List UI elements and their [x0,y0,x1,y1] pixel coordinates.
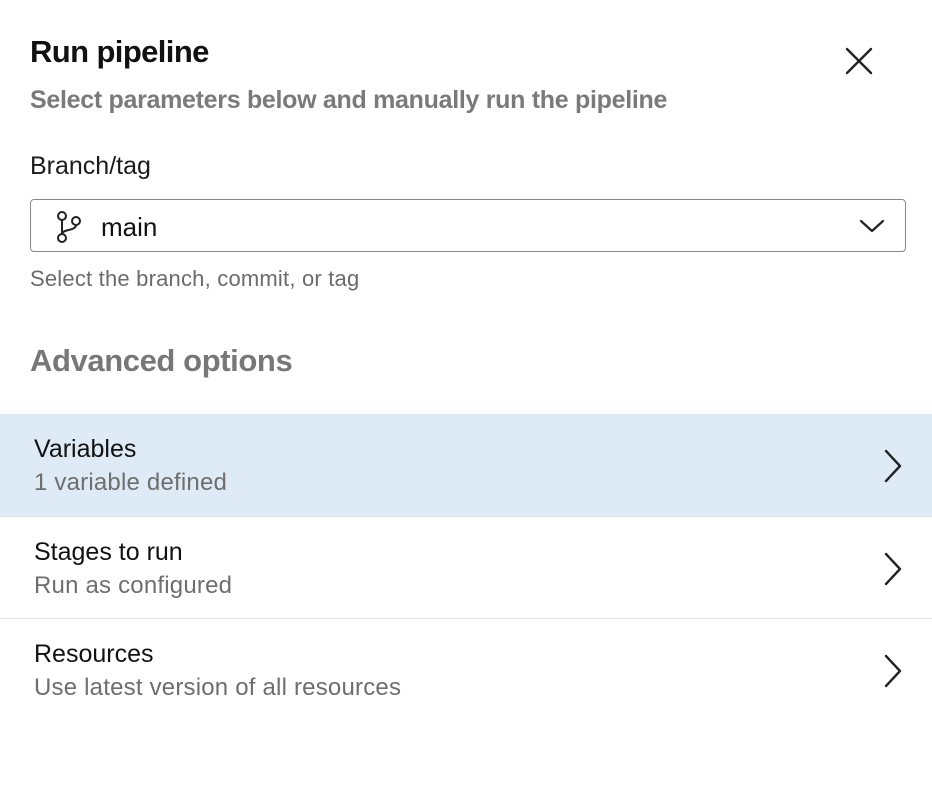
dialog-title: Run pipeline [30,34,209,69]
chevron-right-icon [884,552,902,586]
chevron-right-icon [884,449,902,483]
option-title: Variables [34,435,137,463]
dialog-subtitle: Select parameters below and manually run… [30,86,668,114]
close-icon [845,47,873,75]
close-button[interactable] [838,40,880,82]
branch-helper-text: Select the branch, commit, or tag [30,266,360,291]
option-title: Stages to run [34,538,183,566]
advanced-options-heading: Advanced options [30,343,293,378]
resources-option[interactable]: Resources Use latest version of all reso… [0,619,932,721]
chevron-down-icon [859,219,885,233]
option-subtitle: 1 variable defined [34,469,228,496]
branch-tag-dropdown[interactable]: main [30,199,906,252]
option-subtitle: Run as configured [34,572,233,599]
variables-option[interactable]: Variables 1 variable defined [0,414,932,517]
option-title: Resources [34,640,154,668]
stages-to-run-option[interactable]: Stages to run Run as configured [0,517,932,619]
branch-value: main [101,212,158,242]
git-branch-icon [57,211,81,243]
run-pipeline-panel: Run pipeline Select parameters below and… [0,0,932,794]
option-subtitle: Use latest version of all resources [34,674,402,701]
chevron-right-icon [884,654,902,688]
branch-tag-label: Branch/tag [30,152,151,180]
